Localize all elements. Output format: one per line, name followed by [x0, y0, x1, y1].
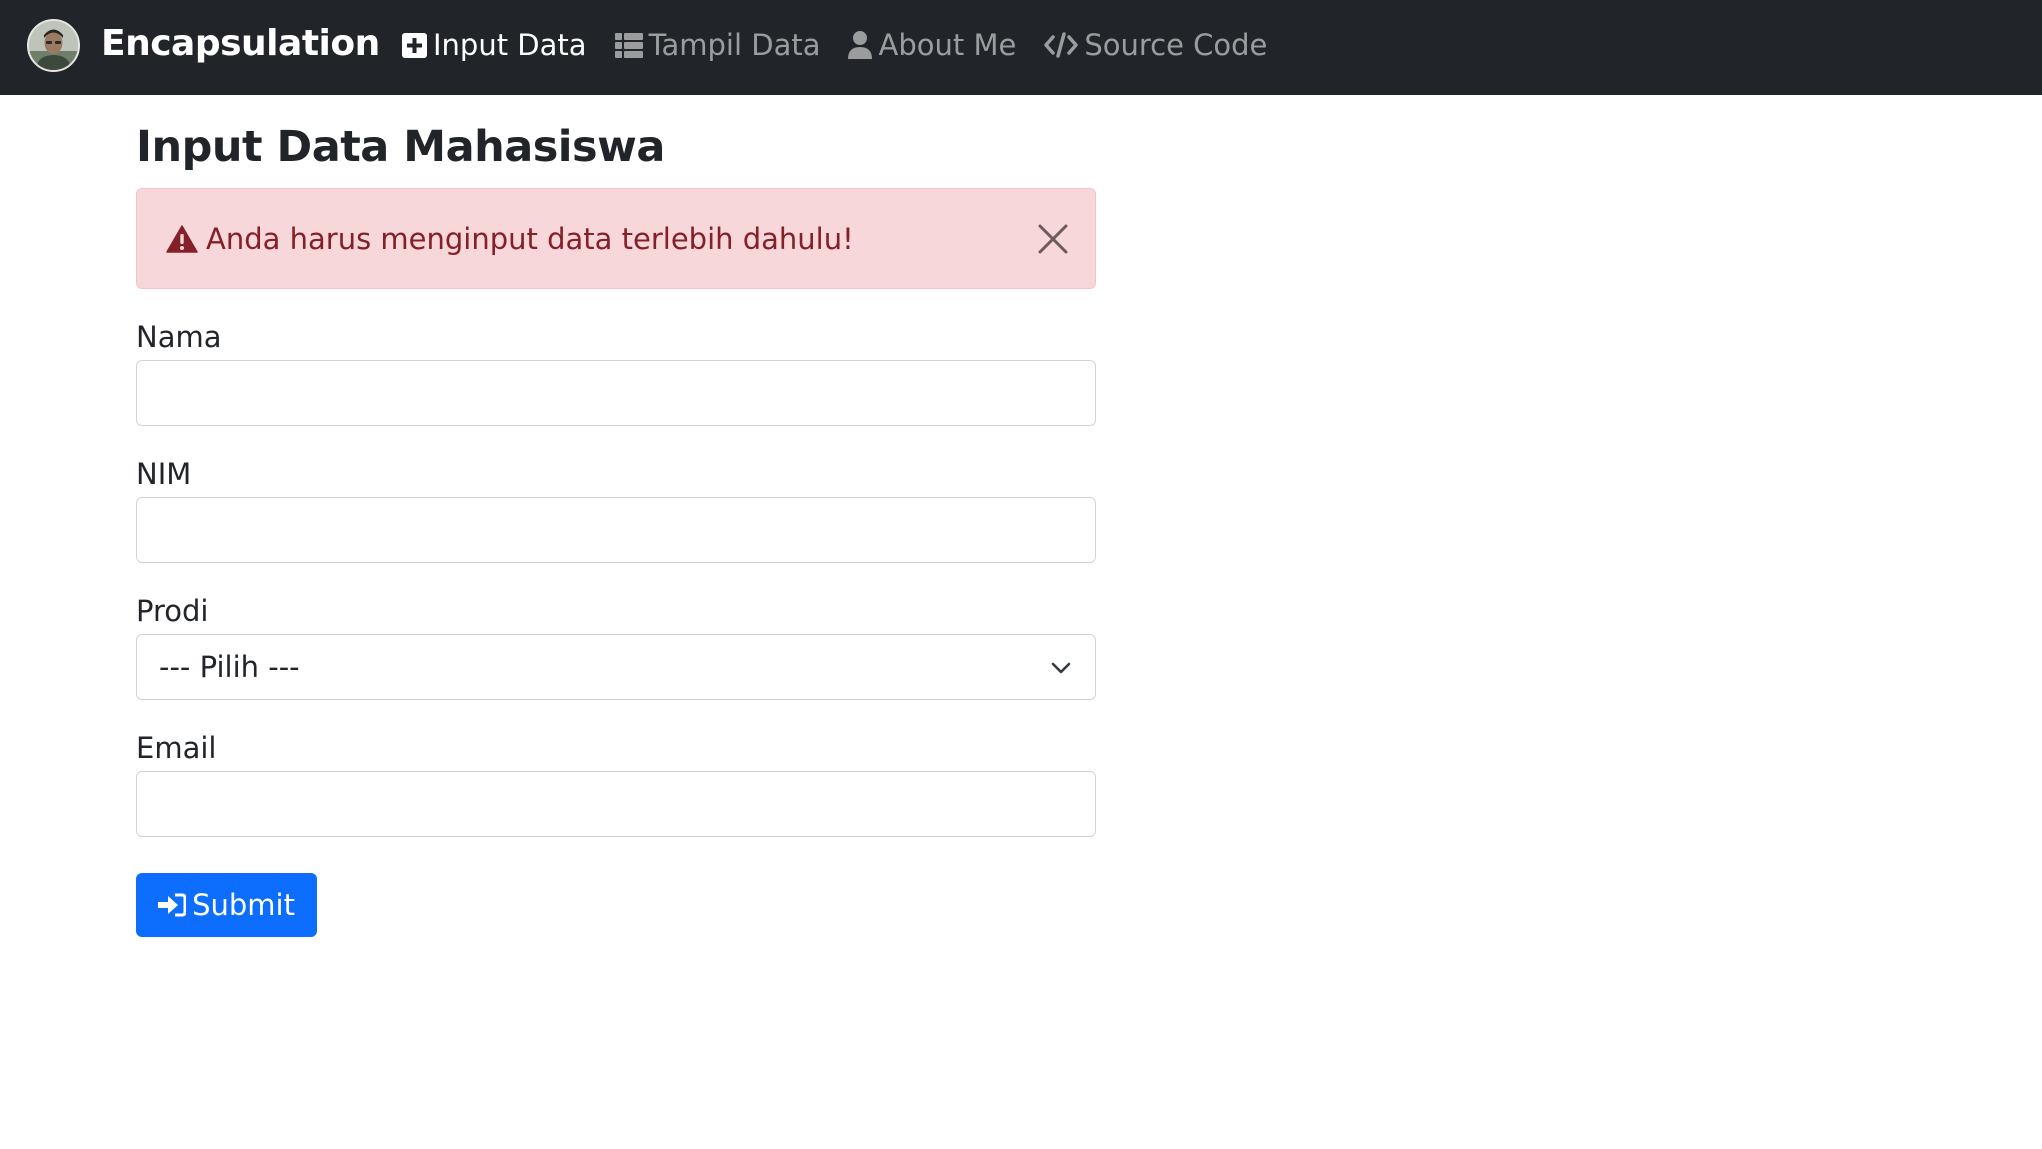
- avatar-image: [29, 21, 78, 70]
- user-icon: [848, 31, 873, 59]
- nama-input[interactable]: [136, 360, 1096, 426]
- error-alert: Anda harus menginput data terlebih dahul…: [136, 188, 1096, 289]
- nav-link-label: About Me: [878, 28, 1017, 62]
- prodi-label: Prodi: [136, 594, 209, 628]
- plus-square-icon: [402, 32, 427, 58]
- chevron-down-icon: [1051, 662, 1071, 674]
- email-input[interactable]: [136, 771, 1096, 837]
- nav-link-input-data[interactable]: Input Data: [402, 22, 587, 68]
- nim-input[interactable]: [136, 497, 1096, 563]
- nav-link-label: Tampil Data: [648, 28, 821, 62]
- nav-link-label: Input Data: [433, 28, 587, 62]
- alert-message: Anda harus menginput data terlebih dahul…: [206, 221, 854, 256]
- code-icon: [1044, 32, 1079, 58]
- main-content: Input Data Mahasiswa Anda harus menginpu…: [136, 117, 1096, 937]
- submit-button[interactable]: Submit: [136, 873, 317, 937]
- list-icon: [614, 32, 643, 58]
- nav-link-tampil-data[interactable]: Tampil Data: [614, 22, 821, 68]
- brand-title[interactable]: Encapsulation: [101, 18, 380, 70]
- submit-label: Submit: [192, 888, 295, 922]
- nim-label: NIM: [136, 457, 192, 491]
- prodi-select[interactable]: --- Pilih ---: [136, 634, 1096, 700]
- sign-in-icon: [158, 893, 187, 917]
- prodi-selected-value: --- Pilih ---: [159, 650, 300, 684]
- nav-link-label: Source Code: [1084, 28, 1268, 62]
- email-label: Email: [136, 731, 217, 765]
- close-icon[interactable]: [1037, 223, 1069, 255]
- page-title: Input Data Mahasiswa: [136, 122, 665, 172]
- nav-link-about-me[interactable]: About Me: [848, 22, 1016, 68]
- nav-links: Input Data Tampil Data About Me Source C…: [402, 22, 1295, 68]
- avatar[interactable]: [27, 19, 80, 72]
- nama-label: Nama: [136, 320, 222, 354]
- warning-triangle-icon: [166, 224, 198, 253]
- top-navbar: Encapsulation Input Data Tampil Data Abo…: [0, 0, 2042, 95]
- nav-link-source-code[interactable]: Source Code: [1044, 22, 1267, 68]
